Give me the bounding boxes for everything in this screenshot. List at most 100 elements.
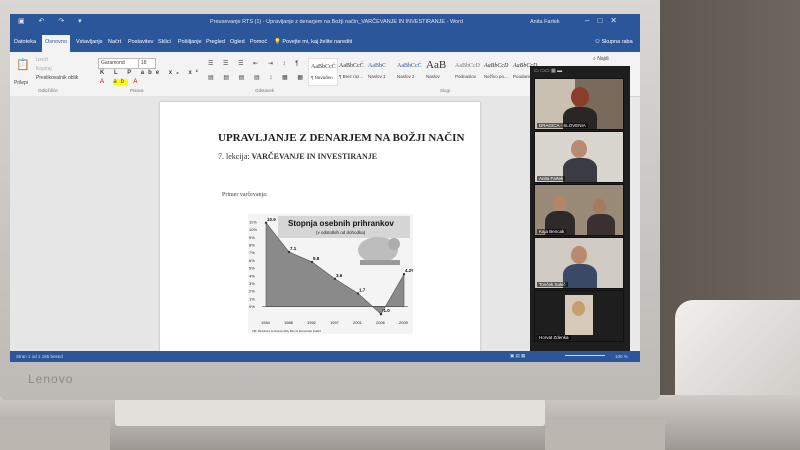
word-titlebar: ▣ ↶ ↷ ▾ Preusevanje RTS (1) - Upravljanj… [10,14,640,32]
tab-review[interactable]: Pregled [206,39,225,45]
participant-name: DRAGICA - SLOVENIA [537,123,588,128]
tab-home[interactable]: Osnovno [42,35,71,52]
zoom-gallery-panel[interactable]: ▭ ▭▭ ▦ ▬ DRAGICA - SLOVENIA Anita Fartek… [530,66,630,351]
document-area[interactable]: UPRAVLJANJE Z DENARJEM NA BOŽJI NAČIN 7.… [10,96,530,354]
paste-icon[interactable]: 📋 [16,58,30,71]
style-label: Naslov 1 [368,74,386,79]
y-tick-label: 10% [249,227,257,232]
tab-view[interactable]: Ogled [230,39,245,45]
y-tick-label: 4% [249,273,255,278]
y-tick-label: 7% [249,250,255,255]
style-no-spacing[interactable]: AaBbCcĆ ¶ Brez raz... [337,58,365,84]
data-label: 1.7 [359,287,366,292]
y-tick-label: 3% [249,281,255,286]
tab-design[interactable]: Načrt [108,39,121,45]
brand-logo: Lenovo [28,372,74,386]
zoom-view-controls[interactable]: ▭ ▭▭ ▦ ▬ [534,68,562,74]
laptop-palmrest-left [0,420,110,450]
font-name-value: Garamond [101,60,125,66]
x-tick-label: 1988 [284,320,294,325]
laptop-lid: Lenovo ▣ ↶ ↷ ▾ Preusevanje RTS (1) - Upr… [0,0,660,400]
data-label: 10.9 [267,217,276,222]
paste-label[interactable]: Prilepi [14,80,28,86]
zoom-level[interactable]: 100 % [615,354,628,359]
style-label: ¶ Brez raz... [339,74,364,79]
font-size-value: 18 [141,60,147,66]
participant-tile[interactable]: Anita Fartek [534,131,624,183]
chart-title: Stopnja osebnih prihrankov [288,219,394,228]
y-tick-label: 0% [249,304,255,309]
lesson-heading: 7. lekcija: VARČEVANJE IN INVESTIRANJE [218,152,377,161]
data-label: 4.2% [405,268,413,273]
x-tick-label: 1984 [261,320,271,325]
participant-tile[interactable]: Tonček Sukič [534,237,624,289]
paragraph-group-label: Odstavek [255,88,275,93]
document-title: UPRAVLJANJE Z DENARJEM NA BOŽJI NAČIN [218,132,465,144]
piggy-bank-illustration [358,237,400,265]
example-label: Primer varčevanja: [222,192,268,198]
cut-button[interactable]: Izreži [36,57,48,63]
font-format-buttons[interactable]: K L P abe x₂ x² [100,70,202,76]
chart-subtitle: (v odstotkih od dohodka) [316,230,366,235]
style-sample: AaBbCcD [455,63,480,69]
format-painter-button[interactable]: Preslikovalnik oblik [36,75,78,81]
align-buttons[interactable]: ▤ ▤ ▤ ▤ ↕ ▦ ▦ [208,74,307,81]
word-statusbar: Stran 1 od 1 185 besed ▣ ▤ ▦ 100 % [10,351,640,362]
font-size-select[interactable]: 18 [138,58,156,69]
style-label: ¶ Navaden [311,75,333,80]
style-label: Naslov [426,74,440,79]
document-page[interactable]: UPRAVLJANJE Z DENARJEM NA BOŽJI NAČIN 7.… [160,102,480,354]
quick-access-toolbar[interactable]: ▣ ↶ ↷ ▾ [18,17,88,25]
copy-button[interactable]: Kopiraj [36,66,52,72]
data-point [379,312,383,316]
tab-file[interactable]: Datoteka [14,39,36,45]
style-heading-2[interactable]: AaBbCcĆ Naslov 2 [395,58,423,84]
laptop-screen: ▣ ↶ ↷ ▾ Preusevanje RTS (1) - Upravljanj… [10,14,640,362]
window-controls[interactable]: –□✕ [585,16,625,25]
style-sample: AaBbCcD [484,63,509,69]
data-point [310,260,314,264]
x-tick-label: 2001 [353,320,363,325]
y-tick-label: 11% [249,220,257,225]
zoom-slider[interactable] [565,355,605,356]
share-button[interactable]: ⚇ Skupna raba [595,39,633,45]
savings-rate-chart: Stopnja osebnih prihrankov (v odstotkih … [248,214,413,334]
tab-references[interactable]: Sklici [158,39,171,45]
style-subtitle[interactable]: AaBbCcD Podnaslov [453,58,481,84]
participant-tile[interactable]: Kaja Bencak [534,184,624,236]
tab-layout[interactable]: Postavitev [128,39,153,45]
participant-name: Kaja Bencak [537,229,567,234]
ribbon-tabs: Datoteka Osnovno Vstavljanje Načrt Posta… [10,32,640,52]
list-buttons[interactable]: ☰ ☰ ☰ ⇤ ⇥ ↕ ¶ [208,60,302,67]
font-color-buttons[interactable]: A ab A [100,79,141,85]
data-point [356,292,360,295]
style-heading-1[interactable]: AaBbC Naslov 1 [366,58,394,84]
style-sample: AaBbC [368,63,386,69]
participant-tile[interactable]: Horvat Zdenka [534,290,624,342]
tab-mailings[interactable]: Pošiljanje [178,39,202,45]
y-tick-label: 6% [249,258,255,263]
style-label: Podnaslov [455,74,477,79]
tab-help[interactable]: Pomoč [250,39,267,45]
tab-insert[interactable]: Vstavljanje [76,39,103,45]
tell-me-search[interactable]: 💡 Povejte mi, kaj želite narediti [274,39,352,45]
lightbulb-icon: 💡 [274,39,281,45]
style-title[interactable]: AaB Naslov [424,58,452,84]
data-label: -1.0 [382,308,390,313]
lesson-title: VARČEVANJE IN INVESTIRANJE [251,152,378,161]
find-button[interactable]: ⌕ Najdi [593,56,609,62]
style-sample: AaB [426,59,447,71]
user-name[interactable]: Anita Fartek [530,19,560,25]
data-point [402,273,406,276]
x-tick-label: 1997 [330,320,340,325]
view-buttons[interactable]: ▣ ▤ ▦ [510,353,525,359]
x-tick-label: 1992 [307,320,317,325]
laptop-hinge [115,398,545,426]
x-tick-label: 2009 [399,320,409,325]
style-sample: AaBbCcĆ [311,64,336,70]
style-subtle-emphasis[interactable]: AaBbCcD Neživo po... [482,58,510,84]
style-normal[interactable]: AaBbCcĆ ¶ Navaden [308,58,338,86]
styles-group-label: Slogi [440,88,451,93]
participant-tile[interactable]: DRAGICA - SLOVENIA [534,78,624,130]
participant-name: Anita Fartek [537,176,566,181]
